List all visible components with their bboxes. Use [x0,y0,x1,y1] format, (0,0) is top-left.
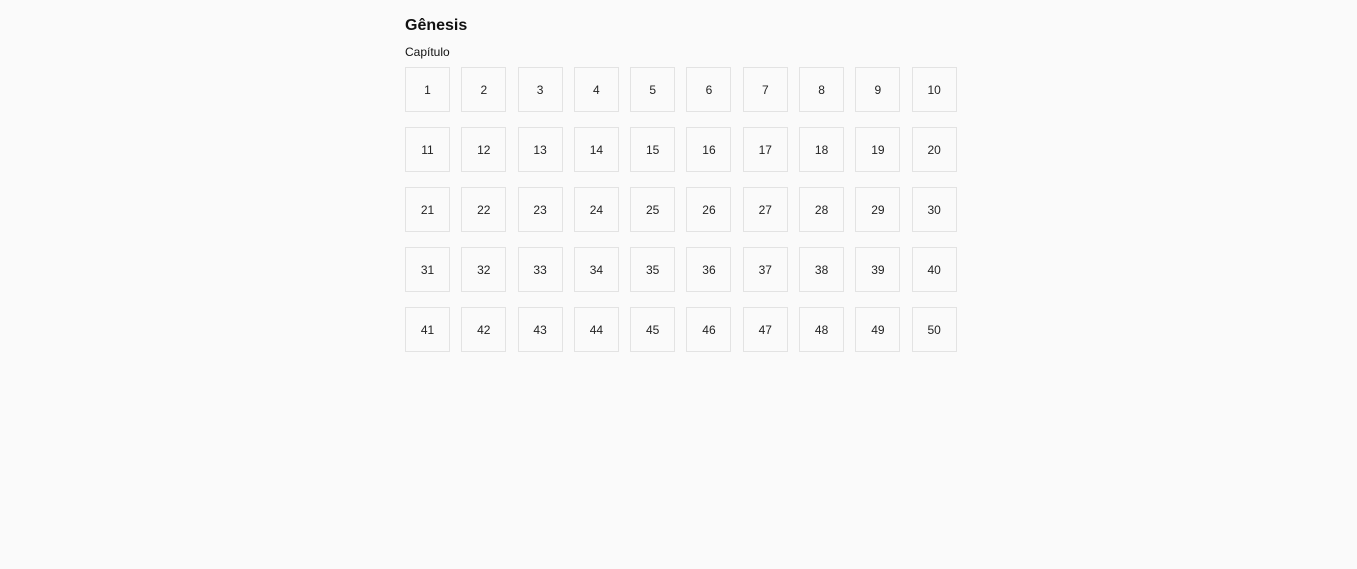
chapter-button[interactable]: 11 [405,127,450,172]
chapter-button[interactable]: 36 [686,247,732,292]
chapter-button[interactable]: 12 [461,127,507,172]
chapter-button[interactable]: 42 [461,307,507,352]
chapter-button[interactable]: 25 [630,187,676,232]
chapter-button[interactable]: 1 [405,67,450,112]
chapter-button[interactable]: 49 [855,307,901,352]
chapter-button[interactable]: 26 [686,187,732,232]
chapter-button[interactable]: 14 [573,127,619,172]
chapter-button[interactable]: 41 [405,307,450,352]
chapter-button[interactable]: 20 [911,127,957,172]
chapter-button[interactable]: 21 [405,187,450,232]
chapter-button[interactable]: 6 [686,67,732,112]
chapter-button[interactable]: 15 [630,127,676,172]
chapter-button[interactable]: 40 [911,247,957,292]
chapter-button[interactable]: 18 [799,127,845,172]
chapter-button[interactable]: 30 [911,187,957,232]
chapter-button[interactable]: 10 [911,67,957,112]
chapter-button[interactable]: 22 [461,187,507,232]
chapter-button[interactable]: 3 [517,67,563,112]
chapter-button[interactable]: 34 [573,247,619,292]
chapter-button[interactable]: 24 [573,187,619,232]
chapter-button[interactable]: 27 [742,187,788,232]
book-title: Gênesis [405,17,468,34]
chapter-label: Capítulo [405,45,450,59]
chapter-button[interactable]: 13 [517,127,563,172]
chapter-selector: Gênesis Capítulo 1 2 3 4 5 6 7 8 9 10 11 12 13 14 15 16… [405,15,965,352]
chapter-button[interactable]: 2 [461,67,507,112]
chapter-button[interactable]: 45 [630,307,676,352]
chapter-button[interactable]: 39 [855,247,901,292]
chapter-button[interactable]: 35 [630,247,676,292]
chapter-button[interactable]: 8 [799,67,845,112]
chapter-button[interactable]: 16 [686,127,732,172]
chapter-button[interactable]: 23 [517,187,563,232]
chapter-button[interactable]: 4 [573,67,619,112]
chapter-grid: 1 2 3 4 5 6 7 8 9 10 11 12 13 14 15 16 17 18 19 20 21 22 23 24 2… [405,67,965,352]
chapter-button[interactable]: 32 [461,247,507,292]
chapter-button[interactable]: 44 [573,307,619,352]
chapter-button[interactable]: 33 [517,247,563,292]
chapter-button[interactable]: 31 [405,247,450,292]
chapter-button[interactable]: 19 [855,127,901,172]
chapter-button[interactable]: 47 [742,307,788,352]
chapter-button[interactable]: 43 [517,307,563,352]
chapter-button[interactable]: 28 [799,187,845,232]
chapter-button[interactable]: 37 [742,247,788,292]
chapter-button[interactable]: 5 [630,67,676,112]
chapter-button[interactable]: 46 [686,307,732,352]
chapter-button[interactable]: 7 [742,67,788,112]
chapter-button[interactable]: 17 [742,127,788,172]
chapter-button[interactable]: 48 [799,307,845,352]
chapter-button[interactable]: 9 [855,67,901,112]
chapter-button[interactable]: 29 [855,187,901,232]
chapter-button[interactable]: 38 [799,247,845,292]
chapter-button[interactable]: 50 [911,307,957,352]
